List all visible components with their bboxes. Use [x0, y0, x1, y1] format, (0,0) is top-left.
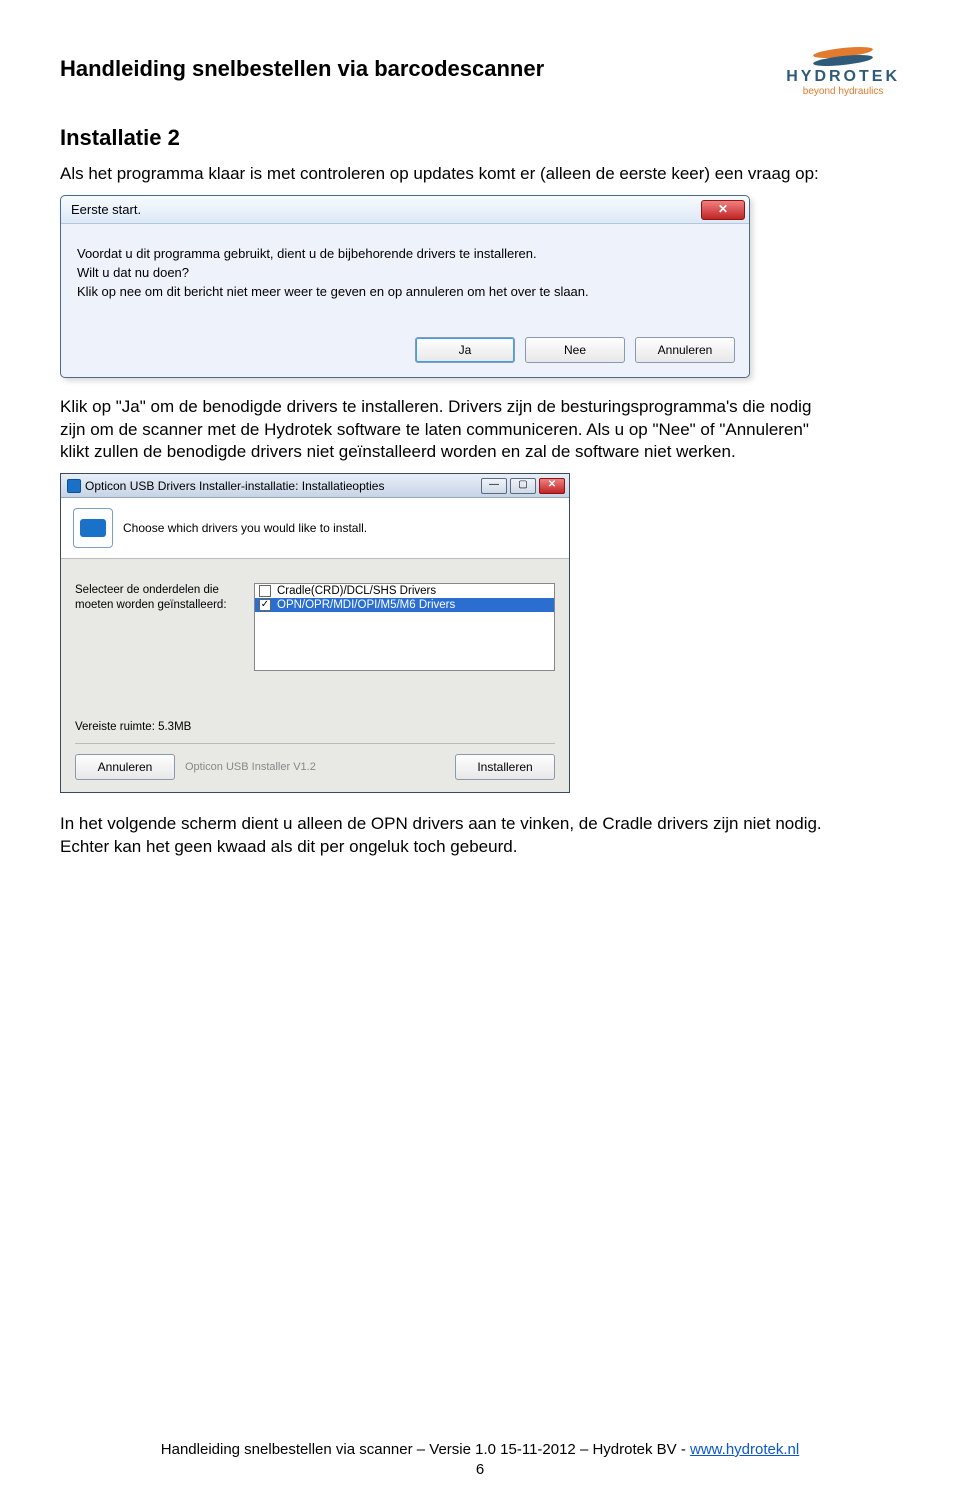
driver-item-cradle: Cradle(CRD)/DCL/SHS Drivers [277, 585, 436, 597]
installer-cancel-button[interactable]: Annuleren [75, 754, 175, 780]
minimize-button[interactable]: — [481, 478, 507, 494]
dialog-button-row: Ja Nee Annuleren [61, 313, 749, 377]
required-space: Vereiste ruimte: 5.3MB [61, 681, 569, 741]
section-title: Installatie 2 [60, 125, 900, 151]
installer-title: Opticon USB Drivers Installer-installati… [85, 479, 384, 493]
logo-icon [813, 40, 873, 66]
installer-header: Choose which drivers you would like to i… [61, 498, 569, 559]
driver-list[interactable]: Cradle(CRD)/DCL/SHS Drivers ✓ OPN/OPR/MD… [254, 583, 555, 671]
window-controls: — ▢ ✕ [481, 478, 565, 494]
mid-text: Klik op "Ja" om de benodigde drivers te … [60, 396, 840, 463]
checkbox-icon[interactable]: ✓ [259, 599, 271, 611]
list-item[interactable]: ✓ OPN/OPR/MDI/OPI/M5/M6 Drivers [255, 598, 554, 612]
logo-text: HYDROTEK [786, 68, 900, 86]
selection-label: Selecteer de onderdelen die moeten worde… [75, 583, 240, 612]
logo: HYDROTEK beyond hydraulics [786, 40, 900, 97]
maximize-button[interactable]: ▢ [510, 478, 536, 494]
selection-row: Selecteer de onderdelen die moeten worde… [61, 559, 569, 681]
installer-titlebar: Opticon USB Drivers Installer-installati… [61, 474, 569, 498]
dialog-line3: Klik op nee om dit bericht niet meer wee… [77, 284, 733, 301]
footer-text: Handleiding snelbestellen via scanner – … [161, 1441, 690, 1458]
header-title: Handleiding snelbestellen via barcodesca… [60, 56, 544, 82]
dialog-line1: Voordat u dit programma gebruikt, dient … [77, 246, 733, 263]
intro-text: Als het programma klaar is met controler… [60, 163, 840, 185]
list-item[interactable]: Cradle(CRD)/DCL/SHS Drivers [255, 584, 554, 598]
dialog-line2: Wilt u dat nu doen? [77, 265, 733, 282]
yes-button[interactable]: Ja [415, 337, 515, 363]
page-footer: Handleiding snelbestellen via scanner – … [0, 1441, 960, 1458]
no-button[interactable]: Nee [525, 337, 625, 363]
page-number: 6 [0, 1461, 960, 1478]
installer-footer: Annuleren Opticon USB Installer V1.2 Ins… [61, 744, 569, 792]
installer-install-button[interactable]: Installeren [455, 754, 555, 780]
installer-header-text: Choose which drivers you would like to i… [123, 521, 367, 535]
installer-icon [67, 479, 81, 493]
page-header: Handleiding snelbestellen via barcodesca… [60, 40, 900, 97]
cancel-button[interactable]: Annuleren [635, 337, 735, 363]
after-text: In het volgende scherm dient u alleen de… [60, 813, 840, 858]
checkbox-icon[interactable] [259, 585, 271, 597]
installer-footer-hint: Opticon USB Installer V1.2 [185, 761, 316, 773]
dialog-body: Voordat u dit programma gebruikt, dient … [61, 224, 749, 313]
dialog-titlebar: Eerste start. ✕ [61, 196, 749, 224]
installer-header-icon [73, 508, 113, 548]
dialog-title: Eerste start. [71, 202, 141, 217]
footer-link[interactable]: www.hydrotek.nl [690, 1441, 799, 1458]
logo-subtitle: beyond hydraulics [786, 86, 900, 97]
driver-item-opn: OPN/OPR/MDI/OPI/M5/M6 Drivers [277, 599, 455, 611]
close-button[interactable]: ✕ [701, 200, 745, 220]
dialog-installer: Opticon USB Drivers Installer-installati… [60, 473, 570, 793]
dialog-eerste-start: Eerste start. ✕ Voordat u dit programma … [60, 195, 750, 378]
close-button[interactable]: ✕ [539, 478, 565, 494]
